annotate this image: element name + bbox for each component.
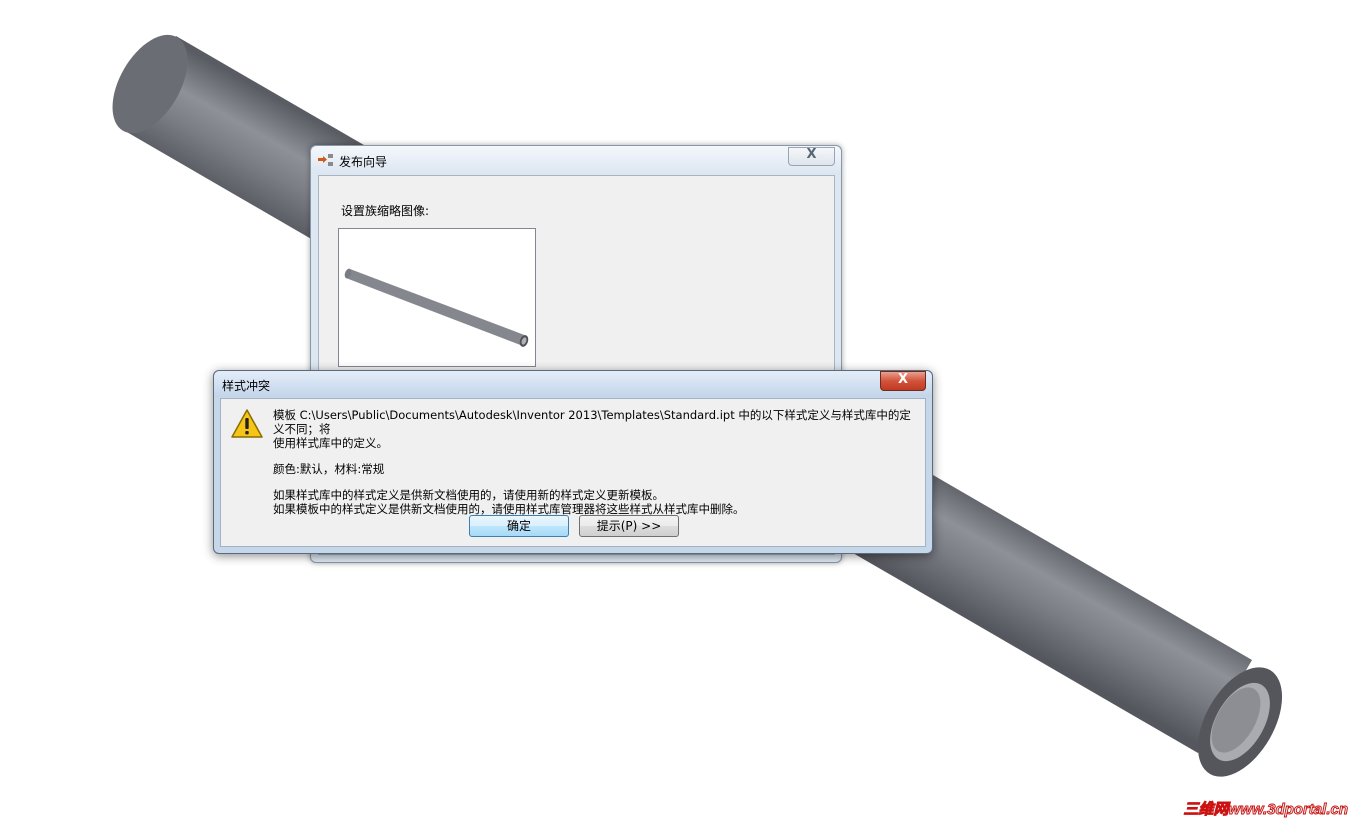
- message-line-1: 模板 C:\Users\Public\Documents\Autodesk\In…: [273, 408, 911, 436]
- thumbnail-label: 设置族缩略图像:: [341, 204, 430, 218]
- advice-line-2: 如果模板中的样式定义是供新文档使用的，请使用样式库管理器将这些样式从样式库中删除…: [273, 502, 745, 516]
- ok-button[interactable]: 确定: [469, 515, 569, 537]
- message-line-2: 使用样式库中的定义。: [273, 436, 388, 450]
- publish-wizard-icon: [318, 154, 333, 166]
- conflict-titlebar[interactable]: 样式冲突 X: [214, 371, 932, 397]
- conflict-message: 模板 C:\Users\Public\Documents\Autodesk\In…: [273, 408, 917, 516]
- wizard-close-button[interactable]: X: [788, 147, 835, 166]
- advice-line-1: 如果样式库中的样式定义是供新文档使用的，请使用新的样式定义更新模板。: [273, 488, 664, 502]
- watermark-logo: 三维网www.3dportal.cn: [1145, 800, 1350, 821]
- watermark-text: 三维网www.3dportal.cn: [1184, 801, 1348, 818]
- close-icon: X: [806, 147, 817, 162]
- warning-icon: [231, 409, 263, 438]
- wizard-title: 发布向导: [339, 155, 388, 169]
- style-conflict-dialog: 样式冲突 X 模板 C:\Users\Public\Documents\Auto…: [213, 370, 933, 554]
- hint-button[interactable]: 提示(P) >>: [579, 515, 679, 537]
- close-icon: X: [897, 372, 909, 387]
- family-thumbnail[interactable]: [338, 228, 536, 367]
- conflict-title: 样式冲突: [222, 379, 271, 393]
- wizard-titlebar[interactable]: 发布向导 X: [311, 146, 841, 174]
- thumbnail-pipe-image: [344, 268, 529, 347]
- conflict-close-button[interactable]: X: [880, 371, 926, 391]
- styles-line: 颜色:默认，材料:常规: [273, 462, 385, 476]
- conflict-content: 模板 C:\Users\Public\Documents\Autodesk\In…: [220, 398, 926, 547]
